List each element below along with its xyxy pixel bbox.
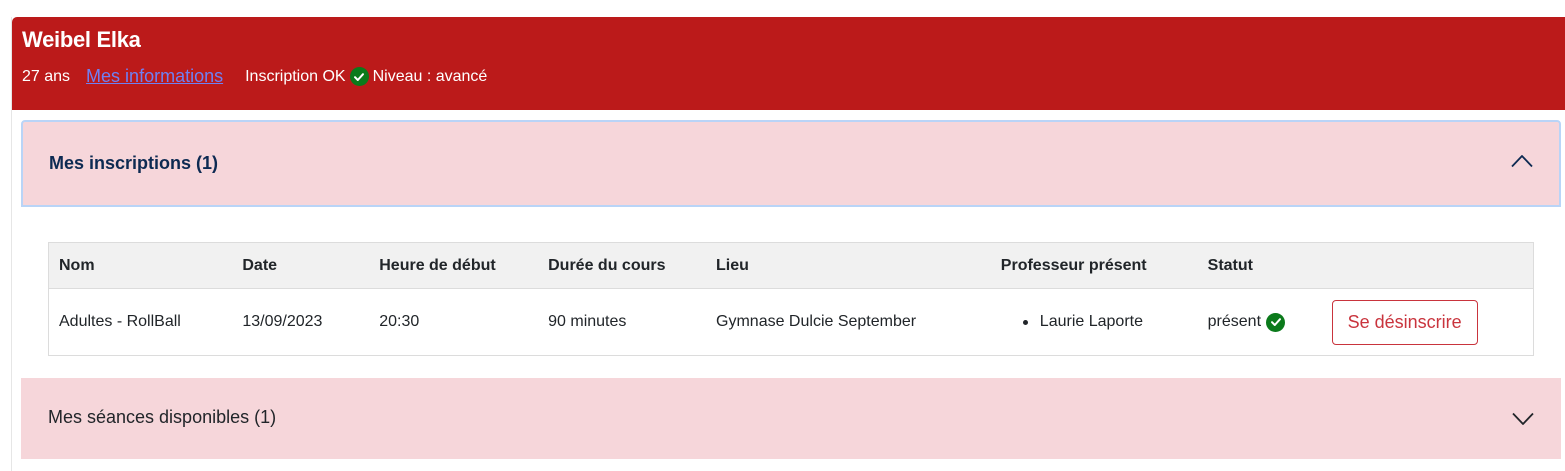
column-header-duration: Durée du cours bbox=[538, 242, 707, 289]
column-header-date: Date bbox=[232, 242, 370, 289]
registrations-table: Nom Date Heure de début Durée du cours L… bbox=[48, 242, 1534, 356]
cell-start: 20:30 bbox=[379, 313, 420, 330]
cell-duration: 90 minutes bbox=[548, 313, 627, 330]
cell-teacher: Laurie Laporte bbox=[991, 289, 1198, 356]
teacher-list: Laurie Laporte bbox=[1001, 313, 1188, 331]
cell-action: Se désinscrire bbox=[1322, 289, 1534, 356]
member-header: Weibel Elka 27 ans Mes informations Insc… bbox=[12, 17, 1565, 110]
column-header-status: Statut bbox=[1197, 242, 1322, 289]
cell-place: Gymnase Dulcie September bbox=[716, 313, 917, 330]
my-information-link[interactable]: Mes informations bbox=[86, 66, 223, 87]
cell-name: Adultes - RollBall bbox=[59, 313, 181, 330]
member-name: Weibel Elka bbox=[22, 27, 141, 52]
member-info-line: 27 ans Mes informations Inscription OK N… bbox=[22, 66, 487, 87]
available-sessions-title: Mes séances disponibles (1) bbox=[48, 407, 277, 427]
table-header-row: Nom Date Heure de début Durée du cours L… bbox=[48, 242, 1534, 289]
table-row: Adultes - RollBall 13/09/2023 20:30 90 m… bbox=[49, 289, 1534, 356]
registrations-body: Nom Date Heure de début Durée du cours L… bbox=[21, 207, 1561, 378]
column-header-place: Lieu bbox=[706, 242, 991, 289]
member-level: Niveau : avancé bbox=[372, 67, 488, 85]
registration-status: Inscription OK bbox=[245, 67, 346, 85]
unsubscribe-button[interactable]: Se désinscrire bbox=[1331, 299, 1478, 345]
accordion: Mes inscriptions (1) Nom Date Heure de d… bbox=[21, 120, 1561, 459]
cell-status: présent bbox=[1198, 289, 1322, 356]
registrations-title: Mes inscriptions (1) bbox=[49, 153, 219, 173]
status-wrapper: présent bbox=[1207, 312, 1312, 332]
member-card: Weibel Elka 27 ans Mes informations Insc… bbox=[11, 17, 1565, 471]
check-circle-icon bbox=[1266, 312, 1286, 332]
column-header-name: Nom bbox=[48, 242, 233, 289]
member-age: 27 ans bbox=[22, 67, 71, 85]
chevron-up-icon bbox=[1511, 155, 1533, 168]
column-header-actions bbox=[1321, 242, 1534, 289]
available-sessions-accordion-header[interactable]: Mes séances disponibles (1) bbox=[21, 378, 1561, 459]
chevron-down-icon bbox=[1512, 412, 1534, 425]
status-text: présent bbox=[1207, 313, 1262, 330]
check-circle-icon bbox=[349, 67, 369, 86]
registrations-accordion-header[interactable]: Mes inscriptions (1) bbox=[21, 120, 1561, 207]
cell-date: 13/09/2023 bbox=[242, 313, 323, 330]
bullet-icon bbox=[1022, 319, 1028, 325]
column-header-start: Heure de début bbox=[369, 242, 539, 289]
column-header-teacher: Professeur présent bbox=[990, 242, 1198, 289]
teacher-name: Laurie Laporte bbox=[1039, 313, 1143, 330]
